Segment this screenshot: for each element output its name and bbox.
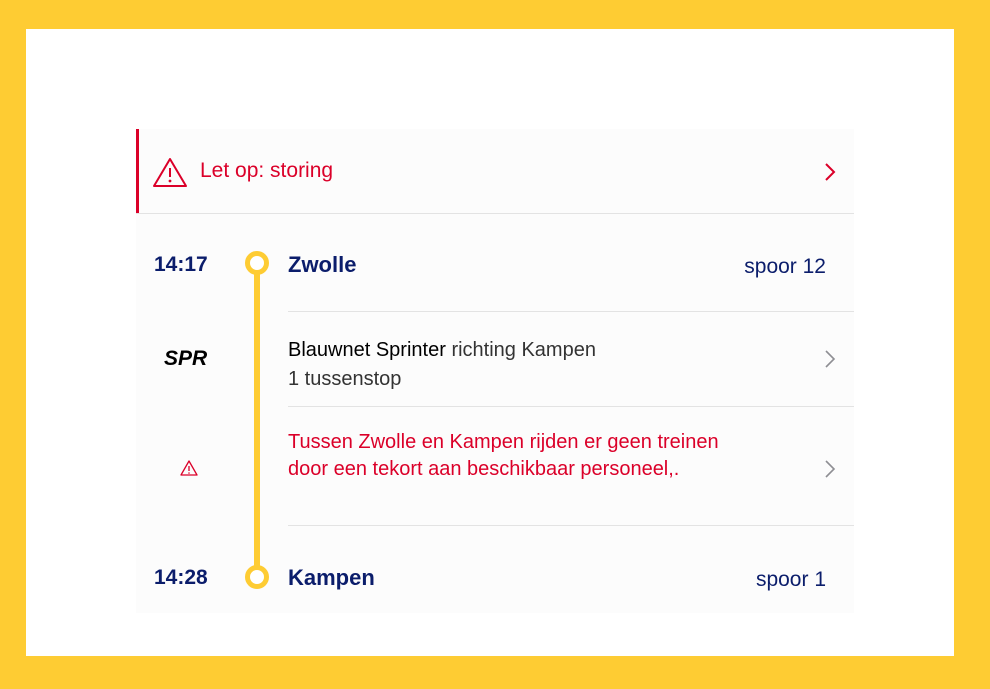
divider	[288, 311, 854, 312]
warning-triangle-icon	[180, 460, 198, 476]
departure-stop-marker	[245, 251, 269, 275]
departure-time: 14:17	[154, 253, 208, 276]
arrival-time: 14:28	[154, 566, 208, 589]
train-service-row[interactable]: Blauwnet Sprinter richting Kampen 1 tuss…	[288, 313, 854, 406]
departure-station: Zwolle	[288, 252, 357, 277]
alert-text: Let op: storing	[200, 159, 334, 182]
train-stops: 1 tussenstop	[288, 368, 402, 390]
arrival-stop-marker	[245, 565, 269, 589]
disruption-message-row[interactable]: Tussen Zwolle en Kampen rijden er geen t…	[288, 407, 854, 525]
journey-card: Let op: storing 14:17 Zwolle spoor 12 SP…	[26, 29, 954, 656]
train-description: Blauwnet Sprinter richting Kampen	[288, 339, 596, 362]
warning-triangle-icon	[153, 158, 187, 187]
chevron-right-icon	[825, 163, 836, 181]
divider	[288, 525, 854, 526]
arrival-station: Kampen	[288, 565, 375, 590]
train-name: Blauwnet Sprinter	[288, 339, 446, 361]
route-line	[254, 266, 260, 576]
chevron-right-icon	[825, 350, 836, 368]
train-direction: richting Kampen	[451, 339, 596, 361]
disruption-text: Tussen Zwolle en Kampen rijden er geen t…	[288, 431, 719, 480]
arrival-track: spoor 1	[755, 568, 826, 591]
journey-panel: Let op: storing 14:17 Zwolle spoor 12 SP…	[136, 129, 854, 613]
chevron-right-icon	[825, 460, 836, 478]
alert-accent-bar	[136, 129, 139, 213]
departure-track: spoor 12	[744, 255, 826, 278]
train-type-label: SPR	[164, 347, 208, 370]
disruption-alert-banner[interactable]: Let op: storing	[136, 129, 854, 214]
